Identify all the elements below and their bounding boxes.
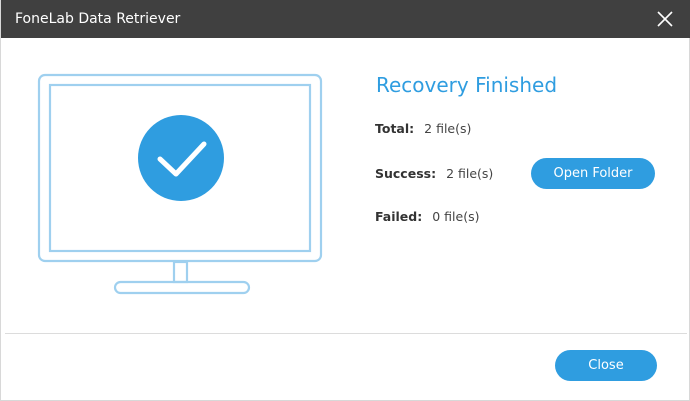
failed-row: Failed: 0 file(s) — [375, 209, 479, 225]
footer-divider — [5, 333, 687, 334]
window-title: FoneLab Data Retriever — [15, 11, 181, 27]
recovery-dialog: FoneLab Data Retriever Recovery Finished — [0, 0, 690, 401]
close-button[interactable]: Close — [555, 350, 657, 381]
success-label: Success: — [375, 166, 437, 181]
total-value: 2 file(s) — [424, 121, 472, 136]
recovery-status-heading: Recovery Finished — [376, 73, 558, 97]
success-row: Success: 2 file(s) — [375, 166, 493, 182]
open-folder-button[interactable]: Open Folder — [531, 158, 655, 189]
total-row: Total: 2 file(s) — [375, 121, 471, 137]
monitor-icon — [37, 73, 325, 297]
success-value: 2 file(s) — [446, 166, 494, 181]
checkmark-icon — [138, 115, 224, 201]
total-label: Total: — [375, 121, 415, 136]
failed-label: Failed: — [375, 209, 423, 224]
failed-value: 0 file(s) — [432, 209, 480, 224]
title-bar[interactable]: FoneLab Data Retriever — [1, 0, 690, 38]
close-icon[interactable] — [655, 9, 675, 29]
